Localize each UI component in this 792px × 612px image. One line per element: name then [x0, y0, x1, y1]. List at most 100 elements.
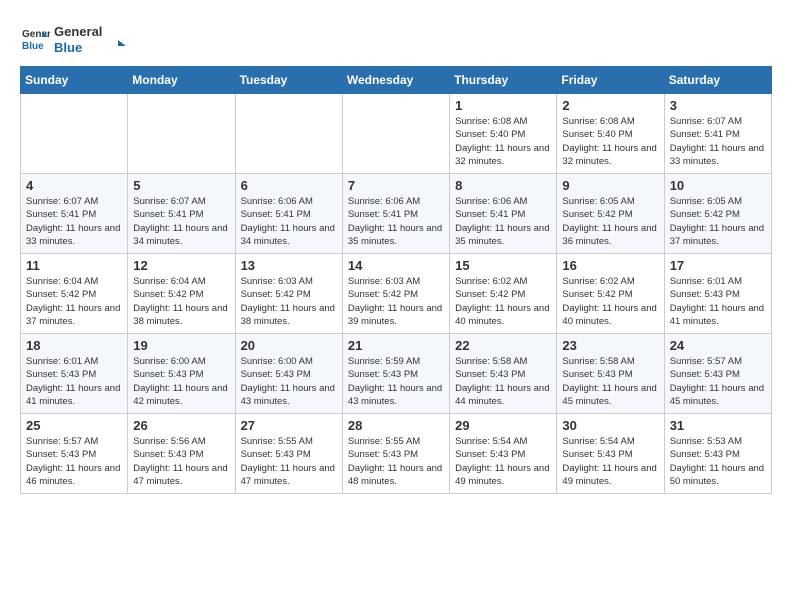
- logo-icon: General Blue: [20, 23, 50, 53]
- day-number: 31: [670, 418, 766, 433]
- day-info: Sunrise: 6:07 AM Sunset: 5:41 PM Dayligh…: [133, 195, 229, 248]
- calendar-cell: 2Sunrise: 6:08 AM Sunset: 5:40 PM Daylig…: [557, 94, 664, 174]
- day-info: Sunrise: 6:01 AM Sunset: 5:43 PM Dayligh…: [670, 275, 766, 328]
- day-number: 20: [241, 338, 337, 353]
- day-info: Sunrise: 6:00 AM Sunset: 5:43 PM Dayligh…: [241, 355, 337, 408]
- day-number: 25: [26, 418, 122, 433]
- day-info: Sunrise: 6:07 AM Sunset: 5:41 PM Dayligh…: [26, 195, 122, 248]
- day-header-tuesday: Tuesday: [235, 67, 342, 94]
- day-info: Sunrise: 6:01 AM Sunset: 5:43 PM Dayligh…: [26, 355, 122, 408]
- day-info: Sunrise: 5:57 AM Sunset: 5:43 PM Dayligh…: [26, 435, 122, 488]
- calendar-week-row: 11 Sunrise: 6:04 AM Sunset: 5:42 PM Dayli…: [21, 254, 772, 334]
- calendar-cell: [21, 94, 128, 174]
- calendar-cell: 30Sunrise: 5:54 AM Sunset: 5:43 PM Dayli…: [557, 414, 664, 494]
- calendar-cell: 3 Sunrise: 6:07 AM Sunset: 5:41 PM Daylig…: [664, 94, 771, 174]
- svg-text:Blue: Blue: [54, 40, 82, 55]
- calendar-cell: 7 Sunrise: 6:06 AM Sunset: 5:41 PM Daylig…: [342, 174, 449, 254]
- calendar-cell: 31Sunrise: 5:53 AM Sunset: 5:43 PM Dayli…: [664, 414, 771, 494]
- calendar-week-row: 1 Sunrise: 6:08 AM Sunset: 5:40 PM Daylig…: [21, 94, 772, 174]
- calendar-cell: 15 Sunrise: 6:02 AM Sunset: 5:42 PM Dayli…: [450, 254, 557, 334]
- calendar-cell: 22Sunrise: 5:58 AM Sunset: 5:43 PM Dayli…: [450, 334, 557, 414]
- calendar-cell: 20 Sunrise: 6:00 AM Sunset: 5:43 PM Dayli…: [235, 334, 342, 414]
- calendar-cell: [235, 94, 342, 174]
- day-number: 21: [348, 338, 444, 353]
- day-number: 9: [562, 178, 658, 193]
- day-number: 16: [562, 258, 658, 273]
- day-number: 28: [348, 418, 444, 433]
- day-number: 13: [241, 258, 337, 273]
- day-info: Sunrise: 6:07 AM Sunset: 5:41 PM Dayligh…: [670, 115, 766, 168]
- calendar-cell: 8Sunrise: 6:06 AM Sunset: 5:41 PM Daylig…: [450, 174, 557, 254]
- day-info: Sunrise: 6:08 AM Sunset: 5:40 PM Dayligh…: [455, 115, 551, 168]
- day-info: Sunrise: 6:06 AM Sunset: 5:41 PM Dayligh…: [241, 195, 337, 248]
- day-number: 18: [26, 338, 122, 353]
- logo: General Blue General Blue: [20, 20, 134, 56]
- day-info: Sunrise: 5:55 AM Sunset: 5:43 PM Dayligh…: [241, 435, 337, 488]
- day-header-thursday: Thursday: [450, 67, 557, 94]
- day-info: Sunrise: 5:59 AM Sunset: 5:43 PM Dayligh…: [348, 355, 444, 408]
- calendar-week-row: 18 Sunrise: 6:01 AM Sunset: 5:43 PM Dayli…: [21, 334, 772, 414]
- day-info: Sunrise: 5:56 AM Sunset: 5:43 PM Dayligh…: [133, 435, 229, 488]
- calendar-cell: 23 Sunrise: 5:58 AM Sunset: 5:43 PM Dayli…: [557, 334, 664, 414]
- day-info: Sunrise: 6:05 AM Sunset: 5:42 PM Dayligh…: [670, 195, 766, 248]
- day-number: 23: [562, 338, 658, 353]
- calendar-cell: 25 Sunrise: 5:57 AM Sunset: 5:43 PM Dayli…: [21, 414, 128, 494]
- calendar-cell: 27 Sunrise: 5:55 AM Sunset: 5:43 PM Dayli…: [235, 414, 342, 494]
- calendar-cell: 24 Sunrise: 5:57 AM Sunset: 5:43 PM Dayli…: [664, 334, 771, 414]
- calendar-cell: 26 Sunrise: 5:56 AM Sunset: 5:43 PM Dayli…: [128, 414, 235, 494]
- day-number: 3: [670, 98, 766, 113]
- calendar-cell: 19 Sunrise: 6:00 AM Sunset: 5:43 PM Dayli…: [128, 334, 235, 414]
- day-info: Sunrise: 5:57 AM Sunset: 5:43 PM Dayligh…: [670, 355, 766, 408]
- day-number: 27: [241, 418, 337, 433]
- svg-text:General: General: [54, 24, 102, 39]
- day-number: 5: [133, 178, 229, 193]
- day-info: Sunrise: 6:05 AM Sunset: 5:42 PM Dayligh…: [562, 195, 658, 248]
- day-number: 19: [133, 338, 229, 353]
- day-header-monday: Monday: [128, 67, 235, 94]
- day-number: 26: [133, 418, 229, 433]
- day-header-sunday: Sunday: [21, 67, 128, 94]
- day-info: Sunrise: 6:06 AM Sunset: 5:41 PM Dayligh…: [348, 195, 444, 248]
- day-header-wednesday: Wednesday: [342, 67, 449, 94]
- day-number: 24: [670, 338, 766, 353]
- calendar-header-row: SundayMondayTuesdayWednesdayThursdayFrid…: [21, 67, 772, 94]
- day-info: Sunrise: 6:04 AM Sunset: 5:42 PM Dayligh…: [133, 275, 229, 328]
- day-number: 1: [455, 98, 551, 113]
- calendar-cell: 10Sunrise: 6:05 AM Sunset: 5:42 PM Dayli…: [664, 174, 771, 254]
- day-number: 12: [133, 258, 229, 273]
- calendar-cell: 16Sunrise: 6:02 AM Sunset: 5:42 PM Dayli…: [557, 254, 664, 334]
- day-info: Sunrise: 6:00 AM Sunset: 5:43 PM Dayligh…: [133, 355, 229, 408]
- day-number: 15: [455, 258, 551, 273]
- calendar-cell: 4 Sunrise: 6:07 AM Sunset: 5:41 PM Daylig…: [21, 174, 128, 254]
- day-info: Sunrise: 6:04 AM Sunset: 5:42 PM Dayligh…: [26, 275, 122, 328]
- calendar-cell: 29Sunrise: 5:54 AM Sunset: 5:43 PM Dayli…: [450, 414, 557, 494]
- calendar-cell: 28 Sunrise: 5:55 AM Sunset: 5:43 PM Dayli…: [342, 414, 449, 494]
- calendar-week-row: 25 Sunrise: 5:57 AM Sunset: 5:43 PM Dayli…: [21, 414, 772, 494]
- day-info: Sunrise: 6:02 AM Sunset: 5:42 PM Dayligh…: [455, 275, 551, 328]
- calendar-cell: 17 Sunrise: 6:01 AM Sunset: 5:43 PM Dayli…: [664, 254, 771, 334]
- calendar-cell: 14Sunrise: 6:03 AM Sunset: 5:42 PM Dayli…: [342, 254, 449, 334]
- day-info: Sunrise: 6:03 AM Sunset: 5:42 PM Dayligh…: [241, 275, 337, 328]
- calendar-cell: 6Sunrise: 6:06 AM Sunset: 5:41 PM Daylig…: [235, 174, 342, 254]
- day-number: 4: [26, 178, 122, 193]
- day-number: 17: [670, 258, 766, 273]
- calendar-cell: 1 Sunrise: 6:08 AM Sunset: 5:40 PM Daylig…: [450, 94, 557, 174]
- day-header-saturday: Saturday: [664, 67, 771, 94]
- calendar-cell: 18 Sunrise: 6:01 AM Sunset: 5:43 PM Dayli…: [21, 334, 128, 414]
- calendar-week-row: 4 Sunrise: 6:07 AM Sunset: 5:41 PM Daylig…: [21, 174, 772, 254]
- calendar-cell: 11 Sunrise: 6:04 AM Sunset: 5:42 PM Dayli…: [21, 254, 128, 334]
- day-number: 14: [348, 258, 444, 273]
- day-number: 7: [348, 178, 444, 193]
- calendar-cell: 5 Sunrise: 6:07 AM Sunset: 5:41 PM Daylig…: [128, 174, 235, 254]
- day-number: 11: [26, 258, 122, 273]
- day-number: 30: [562, 418, 658, 433]
- page-header: General Blue General Blue: [20, 20, 772, 56]
- day-info: Sunrise: 5:55 AM Sunset: 5:43 PM Dayligh…: [348, 435, 444, 488]
- svg-text:General: General: [22, 29, 50, 40]
- day-info: Sunrise: 5:58 AM Sunset: 5:43 PM Dayligh…: [455, 355, 551, 408]
- calendar-cell: [128, 94, 235, 174]
- day-info: Sunrise: 5:58 AM Sunset: 5:43 PM Dayligh…: [562, 355, 658, 408]
- day-info: Sunrise: 6:06 AM Sunset: 5:41 PM Dayligh…: [455, 195, 551, 248]
- calendar-cell: 12 Sunrise: 6:04 AM Sunset: 5:42 PM Dayli…: [128, 254, 235, 334]
- calendar-cell: 13 Sunrise: 6:03 AM Sunset: 5:42 PM Dayli…: [235, 254, 342, 334]
